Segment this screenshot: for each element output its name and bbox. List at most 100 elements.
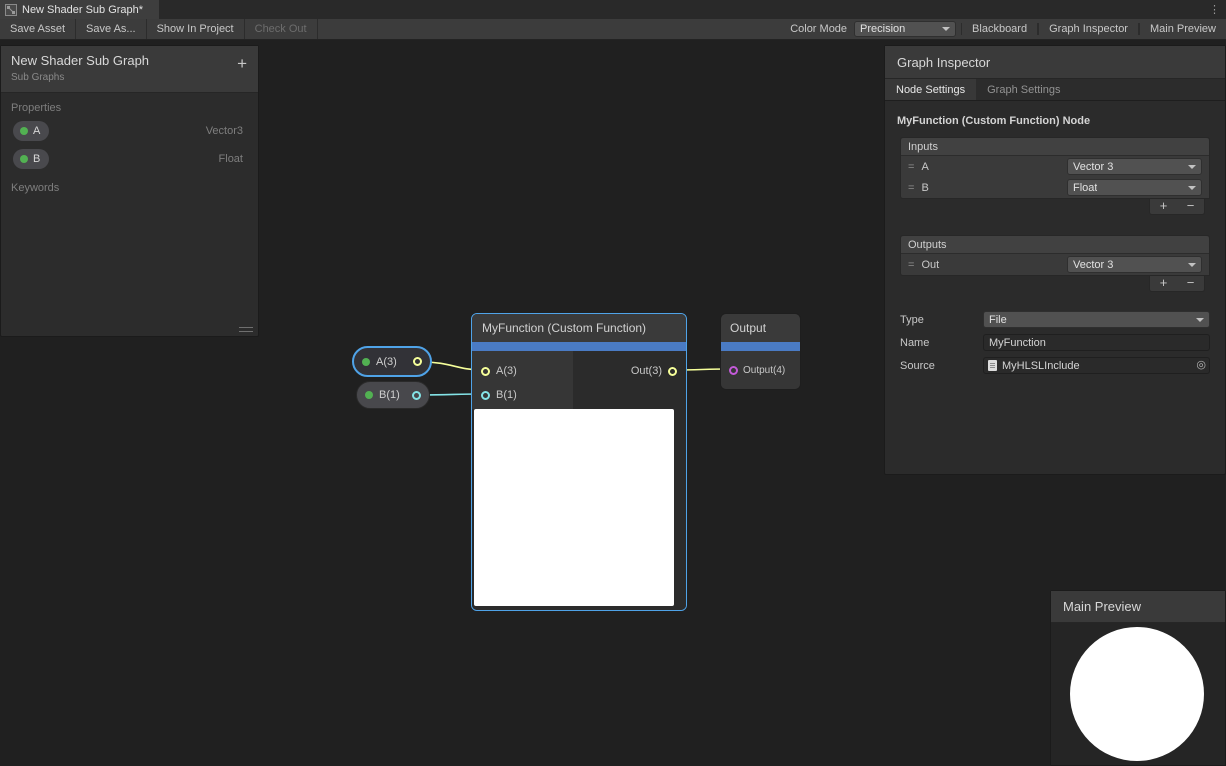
input-port-row[interactable]: Output(4) [721,351,800,389]
outputs-list-title: Outputs [901,236,1209,254]
input-name: B [921,182,928,194]
window-menu-icon[interactable]: ⋮ [1202,0,1226,19]
color-mode-dropdown[interactable]: Precision [854,21,956,37]
source-object-value: MyHLSLInclude [1002,360,1080,372]
chevron-down-icon [942,27,950,31]
input-port-icon[interactable] [729,366,738,375]
property-type: Float [219,153,243,165]
blackboard-title: New Shader Sub Graph [11,53,248,68]
graph-inspector-toggle-button[interactable]: Graph Inspector [1038,23,1139,35]
check-out-button: Check Out [245,19,318,39]
input-port-icon[interactable] [481,391,490,400]
add-input-button[interactable]: + [1150,199,1177,214]
input-port-icon[interactable] [481,367,490,376]
blackboard-toggle-button[interactable]: Blackboard [961,23,1038,35]
output-type-value: Vector 3 [1073,259,1113,271]
inputs-list: Inputs A Vector 3 B Float [900,137,1210,199]
properties-section-label: Properties [1,93,258,117]
property-pill-b[interactable]: B [13,149,49,169]
color-mode-label: Color Mode [783,23,854,35]
graph-inspector-panel[interactable]: Graph Inspector Node Settings Graph Sett… [884,45,1226,475]
chevron-down-icon [1196,318,1204,322]
chevron-down-icon [1188,186,1196,190]
keywords-section-label: Keywords [1,173,258,197]
show-in-project-button[interactable]: Show In Project [147,19,245,39]
blackboard-resize-grip[interactable] [239,324,253,332]
main-preview-panel[interactable]: Main Preview [1050,590,1226,766]
save-as-button[interactable]: Save As... [76,19,147,39]
node-title[interactable]: MyFunction (Custom Function) [472,314,686,342]
graph-asset-icon [5,4,17,16]
output-port-icon[interactable] [668,367,677,376]
main-preview-title: Main Preview [1051,591,1225,623]
node-accent-bar [472,342,686,351]
output-port-icon[interactable] [413,357,422,366]
main-preview-toggle-button[interactable]: Main Preview [1139,23,1226,35]
source-label: Source [900,360,983,372]
property-node-b[interactable]: B(1) [356,381,430,409]
drag-handle-icon[interactable] [908,259,914,271]
add-property-button[interactable]: + [237,55,247,72]
property-row-b[interactable]: B Float [1,145,258,173]
input-type-dropdown[interactable]: Vector 3 [1067,158,1202,175]
save-asset-button[interactable]: Save Asset [0,19,76,39]
drag-handle-icon[interactable] [908,161,914,173]
main-preview-viewport[interactable] [1051,623,1225,765]
output-port-icon[interactable] [412,391,421,400]
blackboard-subtitle: Sub Graphs [11,72,248,83]
input-ports-column: A(3) B(1) [472,351,573,409]
add-output-button[interactable]: + [1150,276,1177,291]
node-label: B(1) [379,389,400,401]
name-field-row: Name [885,331,1225,354]
type-label: Type [900,314,983,326]
file-icon [988,360,997,371]
property-type: Vector3 [206,125,243,137]
remove-output-button[interactable]: − [1177,276,1204,291]
object-picker-icon[interactable]: ◎ [1196,360,1206,371]
node-preview-image [474,409,674,606]
type-field-row: Type File [885,308,1225,331]
input-type-value: Float [1073,182,1097,194]
custom-function-node[interactable]: MyFunction (Custom Function) A(3) B(1) O… [471,313,687,611]
input-port-row[interactable]: A(3) [472,359,573,383]
property-row-a[interactable]: A Vector3 [1,117,258,145]
tab-graph-settings[interactable]: Graph Settings [976,79,1071,100]
property-name: A [33,125,40,137]
source-field-row: Source MyHLSLInclude ◎ [885,354,1225,377]
node-accent-bar [721,342,800,351]
toolbar: Save Asset Save As... Show In Project Ch… [0,19,1226,40]
graph-canvas[interactable]: New Shader Sub Graph Sub Graphs + Proper… [0,40,1226,766]
input-name: A [921,161,928,173]
tab-node-settings[interactable]: Node Settings [885,79,976,100]
inspector-tab-strip: Node Settings Graph Settings [885,79,1225,101]
port-label: Output(4) [743,365,785,376]
outputs-list-row[interactable]: Out Vector 3 [901,254,1209,275]
node-title[interactable]: Output [721,314,800,342]
node-settings-heading: MyFunction (Custom Function) Node [885,101,1225,127]
input-port-row[interactable]: B(1) [472,383,573,407]
inspector-title: Graph Inspector [885,46,1225,79]
function-name-input[interactable] [983,334,1210,351]
name-label: Name [900,337,983,349]
port-label: Out(3) [631,365,662,377]
blackboard-header: New Shader Sub Graph Sub Graphs + [1,46,258,93]
property-node-a[interactable]: A(3) [352,346,432,377]
input-type-dropdown[interactable]: Float [1067,179,1202,196]
inputs-list-row[interactable]: A Vector 3 [901,156,1209,177]
output-port-row[interactable]: Out(3) [573,359,686,383]
output-type-dropdown[interactable]: Vector 3 [1067,256,1202,273]
exposed-dot-icon [20,155,28,163]
remove-input-button[interactable]: − [1177,199,1204,214]
property-pill-a[interactable]: A [13,121,49,141]
output-node[interactable]: Output Output(4) [720,313,801,390]
outputs-list: Outputs Out Vector 3 [900,235,1210,276]
chevron-down-icon [1188,263,1196,267]
inputs-list-title: Inputs [901,138,1209,156]
source-type-dropdown[interactable]: File [983,311,1210,328]
outputs-list-controls: + − [905,276,1205,292]
blackboard-panel[interactable]: New Shader Sub Graph Sub Graphs + Proper… [0,45,259,337]
drag-handle-icon[interactable] [908,182,914,194]
inputs-list-row[interactable]: B Float [901,177,1209,198]
tab-shader-sub-graph[interactable]: New Shader Sub Graph* [0,0,159,19]
source-object-field[interactable]: MyHLSLInclude ◎ [983,357,1210,374]
